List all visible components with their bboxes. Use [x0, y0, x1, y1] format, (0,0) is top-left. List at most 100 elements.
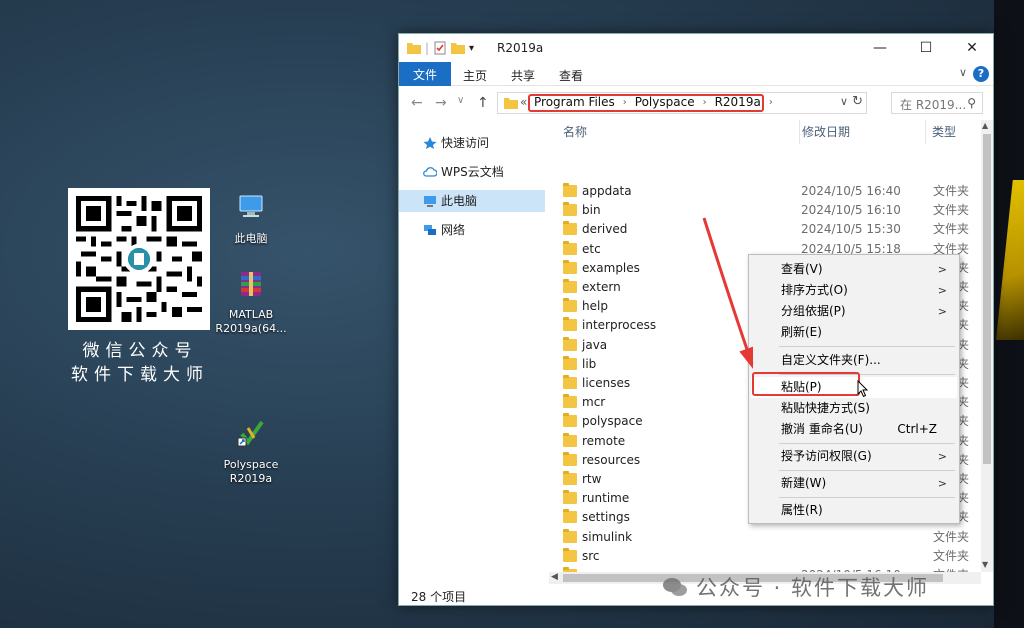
- qr-caption-line2: 软件下载大师: [71, 365, 209, 385]
- network-icon: [424, 225, 436, 235]
- properties-icon[interactable]: [433, 41, 447, 55]
- column-header-type[interactable]: 类型: [925, 120, 956, 144]
- file-name: settings: [582, 510, 630, 525]
- folder-icon: [563, 202, 577, 217]
- new-folder-icon[interactable]: [451, 42, 466, 54]
- overflow-crumb[interactable]: «: [520, 95, 527, 109]
- close-button[interactable]: ✕: [949, 34, 995, 62]
- scroll-left-icon[interactable]: ◀: [551, 572, 558, 582]
- menu-item-grant-access[interactable]: 授予访问权限(G) >: [751, 446, 957, 467]
- chevron-right-icon[interactable]: ›: [769, 97, 773, 108]
- nav-quick-access[interactable]: 快速访问: [399, 132, 545, 154]
- menu-item-properties[interactable]: 属性(R): [751, 500, 957, 521]
- tab-view[interactable]: 查看: [559, 67, 583, 84]
- minimize-button[interactable]: —: [857, 34, 903, 62]
- search-placeholder: 在 R2019...: [900, 98, 967, 112]
- file-name: simulink: [582, 529, 633, 544]
- column-header-date[interactable]: 修改日期: [799, 120, 850, 144]
- file-date: 2024/10/5 15:30: [801, 222, 901, 237]
- menu-item-paste-shortcut[interactable]: 粘贴快捷方式(S): [751, 398, 957, 419]
- shortcut-label: Ctrl+Z: [897, 422, 937, 436]
- table-row[interactable]: src 文件夹: [549, 547, 981, 566]
- desktop-icon-label: MATLAB: [228, 308, 274, 321]
- customize-toolbar-icon[interactable]: ▾: [469, 43, 474, 54]
- menu-item-group[interactable]: 分组依据(P) >: [751, 301, 957, 322]
- breadcrumb-program-files[interactable]: Program Files: [534, 95, 615, 109]
- sort-ascending-icon: ^: [669, 120, 677, 125]
- folder-icon: [563, 509, 577, 524]
- address-dropdown-icon[interactable]: ∨: [840, 95, 848, 108]
- nav-network[interactable]: 网络: [399, 219, 545, 241]
- desktop-icon-this-pc[interactable]: 此电脑: [211, 192, 291, 246]
- maximize-button[interactable]: ☐: [903, 34, 949, 62]
- file-name: help: [582, 299, 608, 314]
- column-header-name[interactable]: 名称: [563, 120, 587, 144]
- file-date: 2024/10/5 16:40: [801, 184, 901, 198]
- title-bar: | ▾ R2019a — ☐ ✕: [399, 34, 993, 62]
- refresh-icon[interactable]: ↻: [852, 94, 863, 109]
- folder-icon: [563, 279, 577, 293]
- desktop-icon-matlab-archive[interactable]: MATLAB R2019a(64...: [211, 268, 291, 336]
- scroll-up-icon[interactable]: ▲: [982, 121, 988, 130]
- recent-locations-icon[interactable]: ∨: [457, 95, 464, 106]
- file-name: runtime: [582, 491, 630, 506]
- nav-label: WPS云文档: [441, 165, 504, 179]
- nav-wps-cloud[interactable]: WPS云文档: [399, 161, 545, 183]
- window-title: R2019a: [497, 41, 544, 55]
- file-name: java: [582, 337, 608, 352]
- file-name: examples: [582, 260, 640, 275]
- table-row[interactable]: derived 2024/10/5 15:30 文件夹: [549, 220, 981, 239]
- chevron-right-icon[interactable]: ›: [703, 97, 707, 108]
- folder-icon: [563, 394, 577, 409]
- nav-this-pc[interactable]: 此电脑: [399, 190, 545, 212]
- chevron-right-icon[interactable]: ›: [623, 97, 627, 108]
- menu-label: 分组依据(P): [781, 304, 846, 318]
- file-type: 文件夹: [933, 184, 970, 198]
- folder-icon: [563, 259, 577, 274]
- folder-icon: [407, 43, 421, 54]
- menu-item-new[interactable]: 新建(W) >: [751, 473, 957, 494]
- tab-home[interactable]: 主页: [463, 67, 487, 84]
- file-name: mcr: [582, 395, 606, 410]
- menu-item-undo-rename[interactable]: 撤消 重命名(U) Ctrl+Z: [751, 419, 957, 440]
- desktop-icon-label: 此电脑: [234, 232, 268, 245]
- folder-icon: [504, 98, 518, 109]
- folder-icon: [563, 183, 577, 197]
- nav-label: 快速访问: [441, 136, 490, 150]
- expand-ribbon-icon[interactable]: ∨: [959, 66, 967, 79]
- back-icon[interactable]: ←: [411, 95, 423, 111]
- scroll-thumb[interactable]: [983, 134, 991, 464]
- table-row[interactable]: bin 2024/10/5 16:10 文件夹: [549, 201, 981, 220]
- table-row[interactable]: simulink 文件夹: [549, 528, 981, 547]
- forward-icon[interactable]: →: [435, 95, 447, 111]
- address-bar[interactable]: « Program Files › Polyspace › R2019a › ∨…: [497, 92, 867, 114]
- vertical-scrollbar[interactable]: ▲ ▼: [981, 120, 993, 572]
- status-item-count: 28 个项目: [411, 590, 467, 604]
- breadcrumb-polyspace[interactable]: Polyspace: [635, 95, 695, 109]
- navigation-bar: ← → ∨ ↑ « Program Files › Polyspace › R2…: [399, 86, 993, 120]
- folder-icon: [563, 336, 577, 351]
- menu-item-view[interactable]: 查看(V) >: [751, 259, 957, 280]
- scroll-down-icon[interactable]: ▼: [982, 560, 988, 569]
- help-icon[interactable]: ?: [973, 66, 989, 82]
- breadcrumb-r2019a[interactable]: R2019a: [715, 95, 761, 109]
- search-input[interactable]: 在 R2019... ⚲: [891, 92, 983, 114]
- table-row[interactable]: appdata 2024/10/5 16:40 文件夹: [549, 182, 981, 201]
- menu-label: 新建(W): [781, 476, 827, 490]
- file-name: licenses: [582, 376, 631, 390]
- menu-item-customize-folder[interactable]: 自定义文件夹(F)...: [751, 350, 957, 371]
- file-name: extern: [582, 280, 621, 294]
- navigation-pane: 快速访问 WPS云文档 此电脑 网络: [399, 120, 549, 580]
- watermark-text: 公众号 · 软件下载大师: [696, 576, 930, 600]
- folder-icon: [563, 528, 577, 543]
- menu-item-sort[interactable]: 排序方式(O) >: [751, 280, 957, 301]
- menu-separator: [779, 470, 955, 471]
- up-icon[interactable]: ↑: [477, 95, 489, 111]
- desktop-icon-polyspace[interactable]: Polyspace R2019a: [211, 418, 291, 486]
- menu-item-refresh[interactable]: 刷新(E): [751, 322, 957, 343]
- chevron-right-icon: >: [937, 450, 947, 463]
- tab-share[interactable]: 共享: [511, 67, 535, 84]
- folder-icon: [563, 413, 577, 428]
- menu-label: 撤消 重命名(U): [781, 422, 863, 436]
- tab-file[interactable]: 文件: [399, 62, 451, 86]
